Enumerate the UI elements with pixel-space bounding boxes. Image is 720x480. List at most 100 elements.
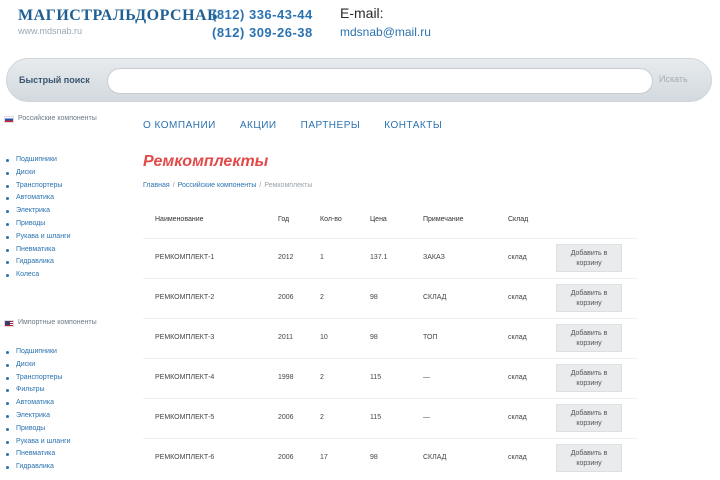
cell-year: 1998 <box>278 374 294 381</box>
cell-price: 98 <box>370 454 378 461</box>
nav-about[interactable]: О КОМПАНИИ <box>143 120 216 131</box>
sidebar-list-russian: Подшипники Диски Транспортеры Автоматика… <box>6 154 130 282</box>
sidebar-item[interactable]: Гидравлика <box>6 256 130 269</box>
cell-qty: 2 <box>320 294 324 301</box>
page-title: Ремкомплекты <box>143 153 269 170</box>
site-header: МАГИСТРАЛЬДОРСНАБ www.mdsnab.ru (812) 33… <box>0 0 720 56</box>
add-to-cart-button[interactable]: Добавить в корзину <box>556 364 622 392</box>
email-link[interactable]: mdsnab@mail.ru <box>340 25 431 39</box>
cell-stock: склад <box>508 294 527 301</box>
sidebar-item[interactable]: Электрика <box>6 205 130 218</box>
sidebar-item[interactable]: Гидравлика <box>6 461 130 474</box>
search-bar: Быстрый поиск Искать <box>6 58 712 102</box>
sidebar-item[interactable]: Подшипники <box>6 154 130 167</box>
sidebar-item[interactable]: Автоматика <box>6 192 130 205</box>
cell-price: 137.1 <box>370 254 388 261</box>
cell-name: РЕМКОМПЛЕКТ-2 <box>155 294 215 301</box>
breadcrumb-category[interactable]: Российские компоненты <box>178 182 257 189</box>
phone-1: (812) 336-43-44 <box>212 7 313 22</box>
usa-flag-icon <box>4 319 14 327</box>
cell-price: 115 <box>370 374 382 381</box>
sidebar-section-title[interactable]: Российские компоненты <box>18 115 97 122</box>
search-button[interactable]: Искать <box>659 74 688 84</box>
sidebar-list-import: Подшипники Диски Транспортеры Фильтры Ав… <box>6 346 130 474</box>
cell-year: 2011 <box>278 334 294 341</box>
header-name: Наименование <box>155 216 204 223</box>
cell-name: РЕМКОМПЛЕКТ-3 <box>155 334 215 341</box>
cell-price: 115 <box>370 414 382 421</box>
site-logo[interactable]: МАГИСТРАЛЬДОРСНАБ <box>18 7 218 25</box>
sidebar-item[interactable]: Диски <box>6 359 130 372</box>
table-row: РЕМКОМПЛЕКТ-4 1998 2 115 — склад Добавит… <box>143 358 637 398</box>
email-label: E-mail: <box>340 5 384 21</box>
table-row: РЕМКОМПЛЕКТ-2 2006 2 98 СКЛАД склад Доба… <box>143 278 637 318</box>
cell-price: 98 <box>370 334 378 341</box>
phone-2: (812) 309-26-38 <box>212 25 313 40</box>
sidebar-item[interactable]: Рукава и шланги <box>6 436 130 449</box>
cell-year: 2006 <box>278 454 294 461</box>
add-to-cart-button[interactable]: Добавить в корзину <box>556 284 622 312</box>
cell-name: РЕМКОМПЛЕКТ-6 <box>155 454 215 461</box>
cell-name: РЕМКОМПЛЕКТ-4 <box>155 374 215 381</box>
cell-note: — <box>423 414 430 421</box>
sidebar-section-russian: Российские компоненты <box>4 112 130 128</box>
cell-stock: склад <box>508 254 527 261</box>
cell-qty: 10 <box>320 334 328 341</box>
header-qty: Кол-во <box>320 216 342 223</box>
header-stock: Склад <box>508 216 529 223</box>
header-year: Год <box>278 216 290 223</box>
table-row: РЕМКОМПЛЕКТ-1 2012 1 137.1 ЗАКАЗ склад Д… <box>143 238 637 278</box>
main-nav: О КОМПАНИИ АКЦИИ ПАРТНЕРЫ КОНТАКТЫ <box>143 120 442 131</box>
cell-year: 2012 <box>278 254 294 261</box>
sidebar-item[interactable]: Пневматика <box>6 448 130 461</box>
nav-contacts[interactable]: КОНТАКТЫ <box>384 120 442 131</box>
cell-note: ТОП <box>423 334 438 341</box>
add-to-cart-button[interactable]: Добавить в корзину <box>556 244 622 272</box>
sidebar-item[interactable]: Автоматика <box>6 397 130 410</box>
sidebar-item[interactable]: Электрика <box>6 410 130 423</box>
search-input[interactable] <box>107 68 653 94</box>
sidebar-item[interactable]: Рукава и шланги <box>6 231 130 244</box>
cell-qty: 17 <box>320 454 328 461</box>
sidebar-item[interactable]: Фильтры <box>6 384 130 397</box>
nav-promotions[interactable]: АКЦИИ <box>240 120 277 131</box>
breadcrumb-home[interactable]: Главная <box>143 182 170 189</box>
cell-stock: склад <box>508 374 527 381</box>
cell-note: — <box>423 374 430 381</box>
cell-stock: склад <box>508 414 527 421</box>
russia-flag-icon <box>4 116 14 123</box>
sidebar-item[interactable]: Транспортеры <box>6 180 130 193</box>
add-to-cart-button[interactable]: Добавить в корзину <box>556 444 622 472</box>
add-to-cart-button[interactable]: Добавить в корзину <box>556 404 622 432</box>
site-url: www.mdsnab.ru <box>18 26 83 36</box>
table-row: РЕМКОМПЛЕКТ-6 2006 17 98 СКЛАД склад Доб… <box>143 438 637 478</box>
breadcrumb: Главная / Российские компоненты / Ремкомплек… <box>143 182 312 189</box>
sidebar-item[interactable]: Пневматика <box>6 244 130 257</box>
cell-price: 98 <box>370 294 378 301</box>
table-row: РЕМКОМПЛЕКТ-3 2011 10 98 ТОП склад Добав… <box>143 318 637 358</box>
cell-qty: 2 <box>320 374 324 381</box>
cell-note: СКЛАД <box>423 294 447 301</box>
sidebar-item[interactable]: Колеса <box>6 269 130 282</box>
cell-year: 2006 <box>278 294 294 301</box>
sidebar-section-title[interactable]: Импортные компоненты <box>18 319 97 326</box>
cell-qty: 1 <box>320 254 324 261</box>
table-header: Наименование Год Кол-во Цена Примечание … <box>143 204 637 238</box>
cell-note: ЗАКАЗ <box>423 254 445 261</box>
nav-partners[interactable]: ПАРТНЕРЫ <box>301 120 361 131</box>
cell-qty: 2 <box>320 414 324 421</box>
breadcrumb-separator: / <box>172 182 175 189</box>
sidebar: Российские компоненты Подшипники Диски Т… <box>0 112 130 474</box>
cell-name: РЕМКОМПЛЕКТ-1 <box>155 254 215 261</box>
sidebar-item[interactable]: Приводы <box>6 423 130 436</box>
sidebar-section-import: Импортные компоненты <box>4 316 130 332</box>
sidebar-item[interactable]: Транспортеры <box>6 372 130 385</box>
sidebar-item[interactable]: Диски <box>6 167 130 180</box>
cell-note: СКЛАД <box>423 454 447 461</box>
add-to-cart-button[interactable]: Добавить в корзину <box>556 324 622 352</box>
sidebar-item[interactable]: Подшипники <box>6 346 130 359</box>
sidebar-item[interactable]: Приводы <box>6 218 130 231</box>
header-price: Цена <box>370 216 387 223</box>
breadcrumb-separator: / <box>259 182 262 189</box>
cell-stock: склад <box>508 334 527 341</box>
